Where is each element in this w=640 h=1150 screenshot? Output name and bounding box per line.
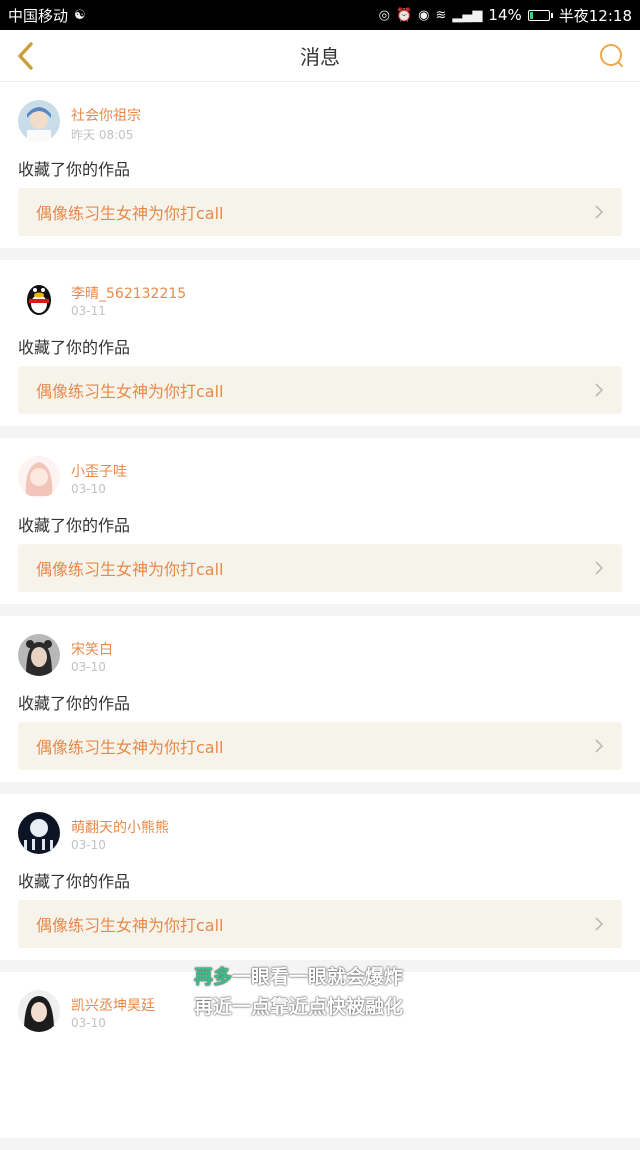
action-text: 收藏了你的作品 [18, 872, 131, 891]
chevron-right-icon [595, 739, 604, 753]
notification-item[interactable]: 小歪子哇 03-10 收藏了你的作品 偶像练习生女神为你打call [0, 438, 640, 604]
chevron-right-icon [595, 205, 604, 219]
notification-item[interactable]: 凯兴丞坤昊廷 03-10 [0, 972, 640, 1138]
signal-info-icon: ☯ [74, 7, 86, 23]
work-title: 偶像练习生女神为你打call [36, 738, 224, 757]
work-link[interactable]: 偶像练习生女神为你打call [18, 544, 622, 592]
avatar[interactable] [18, 278, 60, 320]
chevron-right-icon [595, 383, 604, 397]
work-link[interactable]: 偶像练习生女神为你打call [18, 188, 622, 236]
search-icon [600, 44, 623, 67]
username[interactable]: 社会你祖宗 [71, 105, 141, 125]
chevron-left-icon [18, 42, 33, 70]
timestamp: 03-11 [71, 304, 106, 318]
status-bar: 中国移动 ☯ ◎ ⏰ ◉ ≋ ▂▄▆ 14% 半夜12:18 [0, 0, 640, 30]
work-title: 偶像练习生女神为你打call [36, 916, 224, 935]
page-title: 消息 [300, 45, 340, 69]
wifi-icon: ≋ [435, 7, 447, 23]
timestamp: 昨天 08:05 [71, 128, 134, 142]
work-link[interactable]: 偶像练习生女神为你打call [18, 366, 622, 414]
eye-icon: ◉ [418, 7, 430, 23]
action-text: 收藏了你的作品 [18, 694, 131, 713]
notification-item[interactable]: 萌翻天的小熊熊 03-10 收藏了你的作品 偶像练习生女神为你打call [0, 794, 640, 960]
notification-item[interactable]: 李晴_562132215 03-11 收藏了你的作品 偶像练习生女神为你打cal… [0, 260, 640, 426]
chevron-right-icon [595, 917, 604, 931]
username[interactable]: 小歪子哇 [71, 461, 127, 481]
timestamp: 03-10 [71, 482, 106, 496]
timestamp: 03-10 [71, 1016, 106, 1030]
username[interactable]: 凯兴丞坤昊廷 [71, 995, 155, 1015]
chevron-right-icon [595, 561, 604, 575]
notification-item[interactable]: 宋笑白 03-10 收藏了你的作品 偶像练习生女神为你打call [0, 616, 640, 782]
app-header: 消息 [0, 30, 640, 82]
carrier-name: 中国移动 [8, 6, 69, 25]
avatar[interactable] [18, 990, 60, 1032]
notification-item[interactable]: 社会你祖宗 昨天 08:05 收藏了你的作品 偶像练习生女神为你打call [0, 82, 640, 248]
action-text: 收藏了你的作品 [18, 516, 131, 535]
work-link[interactable]: 偶像练习生女神为你打call [18, 900, 622, 948]
username[interactable]: 萌翻天的小熊熊 [71, 817, 169, 837]
work-title: 偶像练习生女神为你打call [36, 382, 224, 401]
work-title: 偶像练习生女神为你打call [36, 560, 224, 579]
action-text: 收藏了你的作品 [18, 160, 131, 179]
battery-icon [527, 9, 553, 21]
timestamp: 03-10 [71, 660, 106, 674]
alarm-icon: ⏰ [395, 7, 413, 23]
battery-percent: 14% [488, 6, 522, 24]
username[interactable]: 李晴_562132215 [71, 283, 186, 303]
avatar[interactable] [18, 812, 60, 854]
search-button[interactable] [598, 42, 626, 70]
nfc-icon: ◎ [378, 7, 390, 23]
avatar[interactable] [18, 634, 60, 676]
timestamp: 03-10 [71, 838, 106, 852]
avatar[interactable] [18, 456, 60, 498]
avatar[interactable] [18, 100, 60, 142]
work-link[interactable]: 偶像练习生女神为你打call [18, 722, 622, 770]
action-text: 收藏了你的作品 [18, 338, 131, 357]
clock: 半夜12:18 [558, 6, 632, 25]
cellular-signal-icon: ▂▄▆ [452, 7, 483, 23]
work-title: 偶像练习生女神为你打call [36, 204, 224, 223]
username[interactable]: 宋笑白 [71, 639, 113, 659]
notification-list: 社会你祖宗 昨天 08:05 收藏了你的作品 偶像练习生女神为你打call 李晴… [0, 82, 640, 1150]
back-button[interactable] [10, 40, 40, 72]
